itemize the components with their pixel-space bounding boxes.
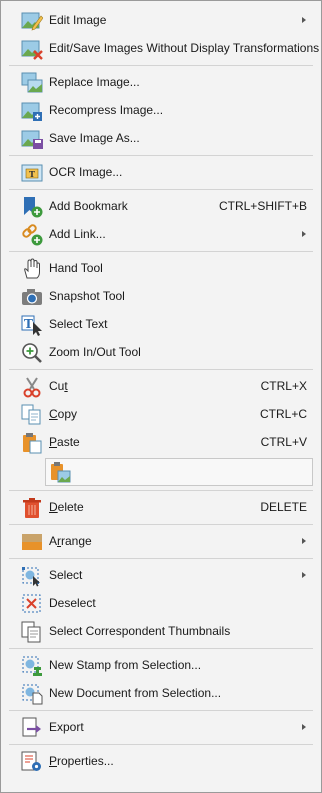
menu-item-arrange[interactable]: Arrange [1, 527, 321, 555]
paste-image-icon[interactable] [49, 461, 71, 483]
submenu-arrow-icon [302, 724, 306, 730]
separator [9, 189, 313, 190]
menu-item-edit-save-images[interactable]: Edit/Save Images Without Display Transfo… [1, 34, 321, 62]
menu-item-select[interactable]: Select [1, 561, 321, 589]
menu-item-label: Edit/Save Images Without Display Transfo… [49, 41, 320, 55]
edit-save-image-icon [21, 38, 43, 60]
menu-item-label: Arrange [49, 534, 92, 548]
menu-item-label: New Document from Selection... [49, 686, 222, 700]
separator [9, 251, 313, 252]
submenu-arrow-icon [302, 17, 306, 23]
menu-item-label: Zoom In/Out Tool [49, 345, 141, 359]
menu-item-add-link[interactable]: Add Link... [1, 220, 321, 248]
menu-item-export[interactable]: Export [1, 713, 321, 741]
menu-item-label: OCR Image... [49, 165, 123, 179]
menu-item-shortcut: CTRL+SHIFT+B [218, 199, 307, 213]
menu-item-select-text[interactable]: T Select Text [1, 310, 321, 338]
svg-text:T: T [29, 169, 35, 179]
menu-item-label: Recompress Image... [49, 103, 164, 117]
menu-item-ocr-image[interactable]: T OCR Image... [1, 158, 321, 186]
menu-item-label: Hand Tool [49, 261, 103, 275]
replace-image-icon [21, 72, 43, 94]
menu-item-zoom-tool[interactable]: Zoom In/Out Tool [1, 338, 321, 366]
hand-icon [21, 258, 43, 280]
menu-item-label: Save Image As... [49, 131, 140, 145]
scissors-icon [21, 376, 43, 398]
menu-item-hand-tool[interactable]: Hand Tool [1, 254, 321, 282]
copy-icon [21, 404, 43, 426]
menu-item-edit-image[interactable]: Edit Image [1, 6, 321, 34]
properties-icon [21, 751, 43, 773]
select-icon [21, 565, 43, 587]
separator [9, 558, 313, 559]
menu-item-label: Export [49, 720, 84, 734]
context-menu: Edit Image Edit/Save Images Without Disp… [0, 0, 322, 793]
menu-item-label: Snapshot Tool [49, 289, 125, 303]
stamp-icon [21, 655, 43, 677]
separator [9, 524, 313, 525]
menu-item-snapshot-tool[interactable]: Snapshot Tool [1, 282, 321, 310]
paste-options-panel [45, 458, 313, 486]
menu-item-label: Copy [49, 407, 78, 421]
menu-item-select-thumbnails[interactable]: Select Correspondent Thumbnails [1, 617, 321, 645]
separator [9, 710, 313, 711]
thumbnails-icon [21, 621, 43, 643]
camera-icon [21, 286, 43, 308]
recompress-image-icon [21, 100, 43, 122]
menu-item-label: Select [49, 568, 83, 582]
submenu-arrow-icon [302, 572, 306, 578]
paste-icon [21, 432, 43, 454]
menu-item-label: Properties... [49, 754, 114, 768]
menu-item-save-image-as[interactable]: Save Image As... [1, 124, 321, 152]
svg-text:T: T [24, 317, 33, 331]
edit-image-icon [21, 10, 43, 32]
save-image-icon [21, 128, 43, 150]
menu-item-paste[interactable]: Paste CTRL+V [1, 428, 321, 456]
menu-item-properties[interactable]: Properties... [1, 747, 321, 775]
ocr-image-icon: T [21, 162, 43, 184]
separator [9, 744, 313, 745]
menu-item-label: Select Correspondent Thumbnails [49, 624, 231, 638]
menu-item-label: New Stamp from Selection... [49, 658, 202, 672]
select-text-icon: T [21, 314, 43, 336]
menu-item-label: Add Link... [49, 227, 106, 241]
menu-item-label: Deselect [49, 596, 96, 610]
menu-item-new-document[interactable]: New Document from Selection... [1, 679, 321, 707]
separator [9, 369, 313, 370]
menu-item-delete[interactable]: Delete DELETE [1, 493, 321, 521]
menu-item-cut[interactable]: Cut CTRL+X [1, 372, 321, 400]
separator [9, 490, 313, 491]
submenu-arrow-icon [302, 538, 306, 544]
trash-icon [21, 497, 43, 519]
menu-item-shortcut: DELETE [260, 500, 307, 514]
separator [9, 648, 313, 649]
arrange-icon [21, 531, 43, 553]
export-icon [21, 717, 43, 739]
zoom-icon [21, 342, 43, 364]
menu-item-recompress-image[interactable]: Recompress Image... [1, 96, 321, 124]
new-document-icon [21, 683, 43, 705]
bookmark-icon [21, 196, 43, 218]
separator [9, 65, 313, 66]
menu-item-label: Cut [49, 379, 68, 393]
deselect-icon [21, 593, 43, 615]
link-icon [21, 224, 43, 246]
submenu-arrow-icon [302, 231, 306, 237]
menu-item-label: Paste [49, 435, 80, 449]
menu-item-deselect[interactable]: Deselect [1, 589, 321, 617]
menu-item-label: Select Text [49, 317, 108, 331]
menu-item-add-bookmark[interactable]: Add Bookmark CTRL+SHIFT+B [1, 192, 321, 220]
menu-item-shortcut: CTRL+C [259, 407, 307, 421]
menu-item-label: Delete [49, 500, 84, 514]
menu-item-label: Replace Image... [49, 75, 140, 89]
menu-item-replace-image[interactable]: Replace Image... [1, 68, 321, 96]
menu-item-label: Edit Image [49, 13, 107, 27]
separator [9, 155, 313, 156]
menu-item-shortcut: CTRL+V [260, 435, 307, 449]
menu-item-new-stamp[interactable]: New Stamp from Selection... [1, 651, 321, 679]
menu-item-copy[interactable]: Copy CTRL+C [1, 400, 321, 428]
menu-item-shortcut: CTRL+X [260, 379, 307, 393]
menu-item-label: Add Bookmark [49, 199, 128, 213]
